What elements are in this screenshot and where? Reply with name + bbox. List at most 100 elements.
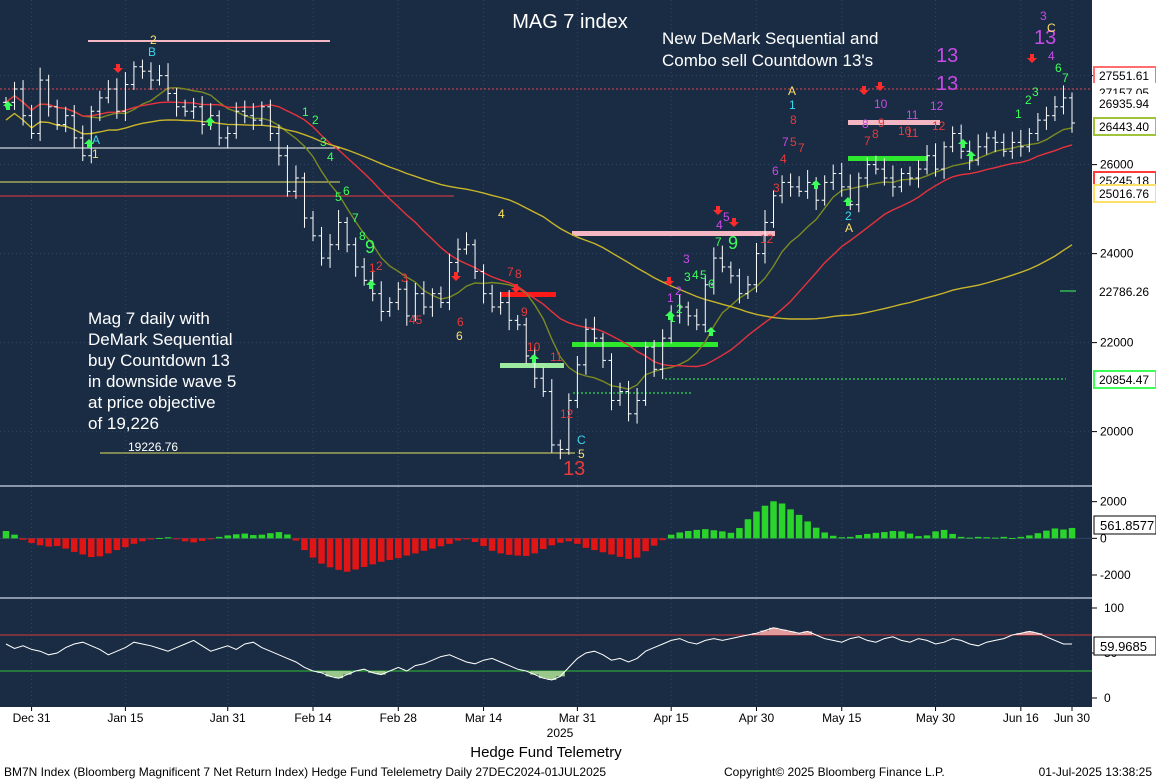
- macd-bar: [53, 538, 61, 547]
- demark-count-label: 6: [456, 329, 463, 343]
- x-tick-label: Mar 14: [465, 711, 503, 725]
- macd-bar: [565, 538, 573, 542]
- macd-bar: [540, 538, 547, 549]
- macd-bar: [284, 534, 291, 539]
- x-tick-label: Jan 15: [107, 711, 143, 725]
- demark-count-label: 4: [716, 218, 723, 232]
- y-tick-label: 22000: [1100, 336, 1134, 350]
- demark-count-label: 2: [312, 113, 319, 127]
- macd-bar: [403, 538, 411, 556]
- risk-bar-green: [572, 342, 718, 347]
- macd-bar: [267, 533, 274, 539]
- demark-count-label: 3: [401, 271, 408, 285]
- demark-count-label: 45: [409, 313, 423, 327]
- demark-count-label: 9: [878, 116, 885, 130]
- macd-bar: [684, 531, 692, 539]
- demark-count-label: 6: [708, 277, 715, 291]
- macd-bar: [864, 533, 871, 539]
- macd-bar: [215, 536, 223, 539]
- macd-bar: [130, 538, 138, 544]
- demark-count-label: 2: [1025, 93, 1032, 107]
- demark-count-label: 3: [320, 135, 327, 149]
- macd-bar: [761, 505, 769, 539]
- macd-bar: [983, 537, 990, 539]
- macd-bar: [164, 537, 172, 539]
- demark-count-label: 7: [864, 134, 871, 148]
- demark-count-label: A: [788, 84, 796, 98]
- demark-count-label: 3: [1032, 85, 1039, 99]
- macd-bar: [795, 514, 803, 539]
- demark-count-label: 6: [343, 184, 350, 198]
- demark-count-label: 8: [790, 113, 797, 127]
- macd-bar: [326, 538, 334, 568]
- macd-bar: [36, 538, 44, 546]
- macd-bar: [88, 538, 95, 558]
- macd-bar: [1000, 536, 1008, 539]
- demark-count-label: 3: [1040, 9, 1047, 23]
- demark-count-label: 1: [302, 105, 309, 119]
- macd-bar: [522, 538, 530, 556]
- macd-bar: [352, 538, 359, 570]
- macd-bar: [821, 532, 828, 539]
- price-tag: 26935.94: [1093, 94, 1156, 113]
- macd-bar: [232, 534, 240, 539]
- demark-count-label: 9: [365, 237, 375, 257]
- macd-bar: [70, 538, 78, 552]
- macd-bar: [932, 531, 939, 539]
- price-tag-label: 22786.26: [1099, 285, 1149, 299]
- macd-bar: [812, 527, 820, 539]
- macd-bar: [616, 538, 624, 557]
- macd-bar: [582, 538, 590, 548]
- macd-bar: [122, 538, 129, 548]
- demark-count-label: 5: [723, 210, 730, 224]
- demark-count-label: 4: [1048, 49, 1055, 63]
- demark-count-label: 8: [515, 267, 522, 281]
- x-tick-label: Mar 31: [559, 711, 597, 725]
- macd-bar: [488, 538, 496, 551]
- macd-bar: [471, 538, 479, 542]
- demark-count-label: 13: [936, 73, 958, 95]
- macd-bar: [139, 538, 146, 542]
- x-tick-label: Dec 31: [13, 711, 51, 725]
- demark-count-label: C: [1047, 21, 1056, 35]
- demark-count-label: 1: [789, 98, 796, 112]
- x-tick-label: Apr 30: [739, 711, 775, 725]
- macd-bar: [838, 537, 846, 539]
- macd-bar: [420, 538, 428, 551]
- macd-bar: [369, 538, 376, 565]
- demark-count-label: B: [148, 45, 156, 59]
- macd-bar: [250, 535, 257, 539]
- macd-bar: [847, 536, 854, 539]
- rsi-last-label: 59.9685: [1100, 639, 1147, 654]
- x-tick-label: May 30: [916, 711, 956, 725]
- macd-bar: [770, 501, 777, 539]
- footer-copyright: Copyright© 2025 Bloomberg Finance L.P.: [724, 765, 945, 779]
- macd-bar: [702, 529, 709, 539]
- demark-count-label: 4: [780, 152, 787, 166]
- macd-bar: [480, 538, 487, 547]
- macd-bar: [804, 521, 811, 539]
- macd-bar: [45, 538, 52, 547]
- macd-bar: [591, 538, 598, 551]
- price-tag: 22786.26: [1093, 282, 1156, 301]
- objective-level-label: 19226.76: [128, 440, 178, 454]
- demark-count-label: 6: [772, 164, 779, 178]
- macd-bar: [190, 538, 197, 543]
- macd-bar: [198, 538, 206, 541]
- macd-bar: [429, 538, 436, 549]
- macd-bar: [787, 509, 794, 539]
- demark-count-label: 10: [874, 97, 888, 111]
- macd-bar: [1009, 537, 1016, 539]
- macd-bar: [79, 538, 87, 555]
- macd-bar: [855, 535, 863, 539]
- x-tick-label: Jan 31: [210, 711, 246, 725]
- macd-bar: [343, 538, 351, 572]
- macd-bar: [574, 538, 581, 544]
- x-tick-label: Feb 14: [294, 711, 332, 725]
- x-tick-label: May 15: [822, 711, 862, 725]
- macd-bar: [1017, 536, 1025, 539]
- macd-bar: [872, 532, 880, 539]
- macd-bar: [309, 538, 317, 558]
- macd-bar: [62, 538, 69, 549]
- macd-bar: [915, 536, 922, 539]
